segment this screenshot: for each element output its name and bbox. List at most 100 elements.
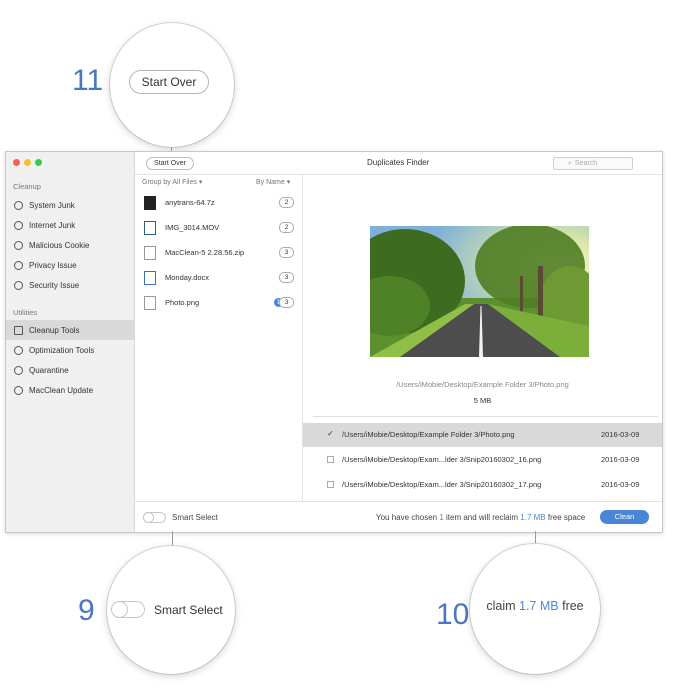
duplicate-path: /Users/iMobie/Desktop/Exam...lder 3/Snip… — [342, 480, 542, 489]
file-name: IMG_3014.MOV — [165, 223, 220, 232]
claim-prefix: claim — [486, 599, 516, 613]
sort-label: By Name — [256, 179, 285, 186]
reclaim-summary: You have chosen 1 item and will reclaim … — [376, 513, 585, 522]
road-landscape-image — [370, 226, 589, 357]
close-window-button[interactable] — [13, 159, 20, 166]
checkbox-unchecked[interactable] — [327, 456, 334, 463]
sidebar-item-malicious-cookie[interactable]: Malicious Cookie — [6, 235, 134, 255]
file-name: anytrans-64.7z — [165, 198, 215, 207]
zoom-circle-start-over: Start Over — [110, 23, 234, 147]
sidebar-item-macclean-update[interactable]: MacClean Update — [6, 380, 134, 400]
zip-file-icon — [144, 245, 156, 260]
sidebar-item-label: System Junk — [29, 200, 75, 210]
image-file-icon — [144, 295, 156, 310]
duplicate-row[interactable]: ✓ /Users/iMobie/Desktop/Example Folder 3… — [303, 423, 662, 447]
callout-stem-9 — [172, 531, 173, 546]
search-placeholder: Search — [574, 160, 598, 167]
footer-bar: Smart Select You have chosen 1 item and … — [135, 501, 662, 532]
archive-file-icon — [144, 195, 156, 210]
chosen-suffix: free space — [547, 513, 586, 522]
zoom-circle-smart-select: Smart Select — [107, 546, 235, 674]
claim-size: 1.7 MB — [519, 599, 559, 613]
file-list-item[interactable]: IMG_3014.MOV 2 — [135, 215, 302, 240]
preview-pane: /Users/iMobie/Desktop/Example Folder 3/P… — [303, 174, 662, 501]
biohazard-icon — [14, 365, 23, 375]
duplicate-count-badge: 2 — [279, 197, 294, 208]
file-name: Monday.docx — [165, 273, 210, 282]
clean-button[interactable]: Clean — [600, 510, 649, 524]
smart-select-label: Smart Select — [172, 513, 218, 522]
search-input[interactable]: ⌕ Search — [553, 157, 633, 170]
sidebar-item-label: Internet Junk — [29, 220, 76, 230]
sidebar-item-internet-junk[interactable]: Internet Junk — [6, 215, 134, 235]
file-list-item[interactable]: Photo.png 1 3 — [135, 290, 302, 315]
sidebar-item-cleanup-tools[interactable]: Cleanup Tools — [6, 320, 134, 340]
duplicate-path: /Users/iMobie/Desktop/Exam...lder 3/Snip… — [342, 455, 542, 464]
duplicate-date: 2016-03-09 — [601, 430, 640, 439]
minimize-window-button[interactable] — [24, 159, 31, 166]
toggle-knob — [144, 513, 153, 522]
sidebar-section-cleanup: Cleanup — [13, 182, 41, 191]
duplicate-count-badge: 3 — [279, 272, 294, 283]
sidebar-item-label: MacClean Update — [29, 385, 94, 395]
sidebar-item-privacy-issue[interactable]: Privacy Issue — [6, 255, 134, 275]
lock-icon — [14, 280, 23, 290]
chevron-down-icon: ▾ — [198, 179, 203, 186]
checkbox-checked[interactable]: ✓ — [327, 430, 334, 438]
smart-select-label-zoomed: Smart Select — [154, 603, 223, 617]
sidebar-section-utilities: Utilities — [13, 308, 38, 317]
duplicate-date: 2016-03-09 — [601, 455, 640, 464]
file-list-pane: Group by All Files ▾ By Name ▾ anytrans-… — [135, 174, 303, 501]
reclaim-text-zoomed: claim 1.7 MB free — [470, 599, 600, 613]
sidebar-item-optimization-tools[interactable]: Optimization Tools — [6, 340, 134, 360]
document-file-icon — [144, 270, 156, 285]
group-by-label: Group by All Files — [142, 179, 197, 186]
trash-icon — [14, 200, 23, 210]
file-list-item[interactable]: anytrans-64.7z 2 — [135, 190, 302, 215]
start-over-button[interactable]: Start Over — [146, 157, 194, 170]
sidebar-item-label: Cleanup Tools — [29, 325, 80, 335]
gauge-icon — [14, 345, 23, 355]
sidebar-item-label: Malicious Cookie — [29, 240, 90, 250]
file-name: Photo.png — [165, 298, 200, 307]
eye-icon — [14, 260, 23, 270]
sidebar-item-label: Optimization Tools — [29, 345, 95, 355]
toolbox-icon — [14, 325, 23, 335]
preview-file-path: /Users/iMobie/Desktop/Example Folder 3/P… — [396, 380, 569, 389]
chevron-down-icon: ▾ — [286, 179, 291, 186]
callout-number-9: 9 — [78, 594, 95, 627]
file-list-item[interactable]: Monday.docx 3 — [135, 265, 302, 290]
window-title: Duplicates Finder — [367, 158, 430, 167]
callout-number-10: 10 — [436, 598, 470, 631]
toggle-knob-zoomed — [112, 602, 127, 617]
file-list-item[interactable]: MacClean-5 2.28.56.zip 3 — [135, 240, 302, 265]
duplicate-count-badge: 3 — [279, 247, 294, 258]
search-icon: ⌕ — [568, 160, 572, 167]
sidebar-item-security-issue[interactable]: Security Issue — [6, 275, 134, 295]
zoom-window-button[interactable] — [35, 159, 42, 166]
sidebar: Cleanup System Junk Internet Junk Malici… — [6, 152, 135, 532]
sidebar-item-label: Privacy Issue — [29, 260, 77, 270]
duplicate-count-badge: 3 — [279, 297, 294, 308]
chosen-prefix: You have chosen — [376, 513, 438, 522]
chosen-middle: item and will reclaim — [446, 513, 519, 522]
checkbox-unchecked[interactable] — [327, 481, 334, 488]
duplicate-path: /Users/iMobie/Desktop/Example Folder 3/P… — [342, 430, 515, 439]
group-by-dropdown[interactable]: Group by All Files ▾ — [142, 178, 202, 186]
preview-file-size: 5 MB — [473, 396, 492, 405]
sort-dropdown[interactable]: By Name ▾ — [256, 178, 290, 186]
file-name: MacClean-5 2.28.56.zip — [165, 248, 245, 257]
update-icon — [14, 385, 23, 395]
preview-divider — [313, 416, 658, 417]
callout-number-11: 11 — [72, 64, 104, 97]
duplicate-row[interactable]: /Users/iMobie/Desktop/Exam...lder 3/Snip… — [303, 448, 662, 472]
duplicate-row[interactable]: /Users/iMobie/Desktop/Exam...lder 3/Snip… — [303, 473, 662, 497]
app-window: Cleanup System Junk Internet Junk Malici… — [5, 151, 663, 533]
claim-suffix: free — [562, 599, 584, 613]
sidebar-item-quarantine[interactable]: Quarantine — [6, 360, 134, 380]
photo-preview-image — [370, 226, 589, 357]
sidebar-item-system-junk[interactable]: System Junk — [6, 195, 134, 215]
chosen-count: 1 — [439, 513, 444, 522]
smart-select-toggle[interactable] — [143, 512, 166, 523]
toolbar: Start Over Duplicates Finder ⌕ Search — [135, 152, 662, 175]
